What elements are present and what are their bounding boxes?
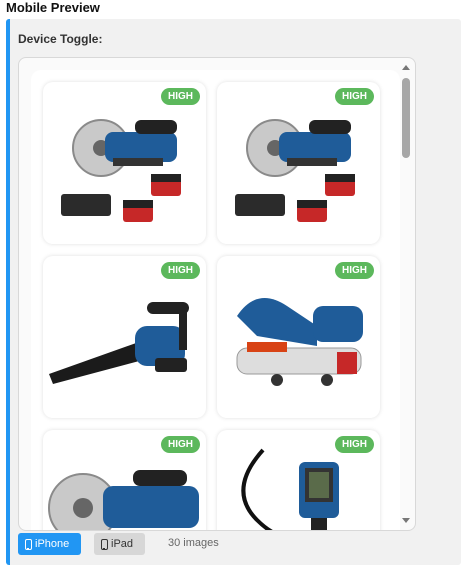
scrollbar[interactable]	[401, 62, 413, 526]
product-card[interactable]: HIGH	[43, 82, 206, 244]
scrollbar-thumb[interactable]	[402, 78, 410, 158]
concrete-saw-kit-image	[61, 119, 181, 222]
product-card[interactable]: HIGH	[217, 430, 380, 530]
device-preview-frame: HIGH HIGH HIGH HIGH HIGH HIGH	[18, 57, 416, 531]
product-card[interactable]: HIGH	[43, 430, 206, 530]
priority-badge: HIGH	[161, 88, 200, 105]
concrete-saw-kit-image	[235, 119, 355, 222]
priority-badge: HIGH	[335, 436, 374, 453]
tablet-icon	[101, 538, 108, 550]
iphone-button[interactable]: iPhone	[18, 533, 81, 555]
priority-badge: HIGH	[335, 88, 374, 105]
product-card[interactable]: HIGH	[217, 256, 380, 418]
ipad-button[interactable]: iPad	[94, 533, 145, 555]
priority-badge: HIGH	[161, 436, 200, 453]
phone-icon	[25, 538, 32, 550]
priority-badge: HIGH	[335, 262, 374, 279]
leaf-blower-image	[49, 302, 189, 384]
scroll-down-arrow[interactable]	[402, 518, 410, 523]
product-card[interactable]: HIGH	[217, 82, 380, 244]
product-card[interactable]: HIGH	[43, 256, 206, 418]
device-toggle-label: Device Toggle:	[18, 32, 103, 46]
image-count: 30 images	[168, 537, 219, 549]
iphone-button-label: iPhone	[35, 538, 70, 550]
section-title: Mobile Preview	[6, 0, 100, 15]
mobile-preview-panel: Device Toggle: HIGH HIGH HIGH HIGH HIGH …	[6, 19, 461, 565]
image-grid: HIGH HIGH HIGH HIGH HIGH HIGH	[31, 70, 400, 530]
priority-badge: HIGH	[161, 262, 200, 279]
band-saw-image	[236, 298, 363, 386]
scroll-up-arrow[interactable]	[402, 65, 410, 70]
ipad-button-label: iPad	[111, 538, 134, 550]
